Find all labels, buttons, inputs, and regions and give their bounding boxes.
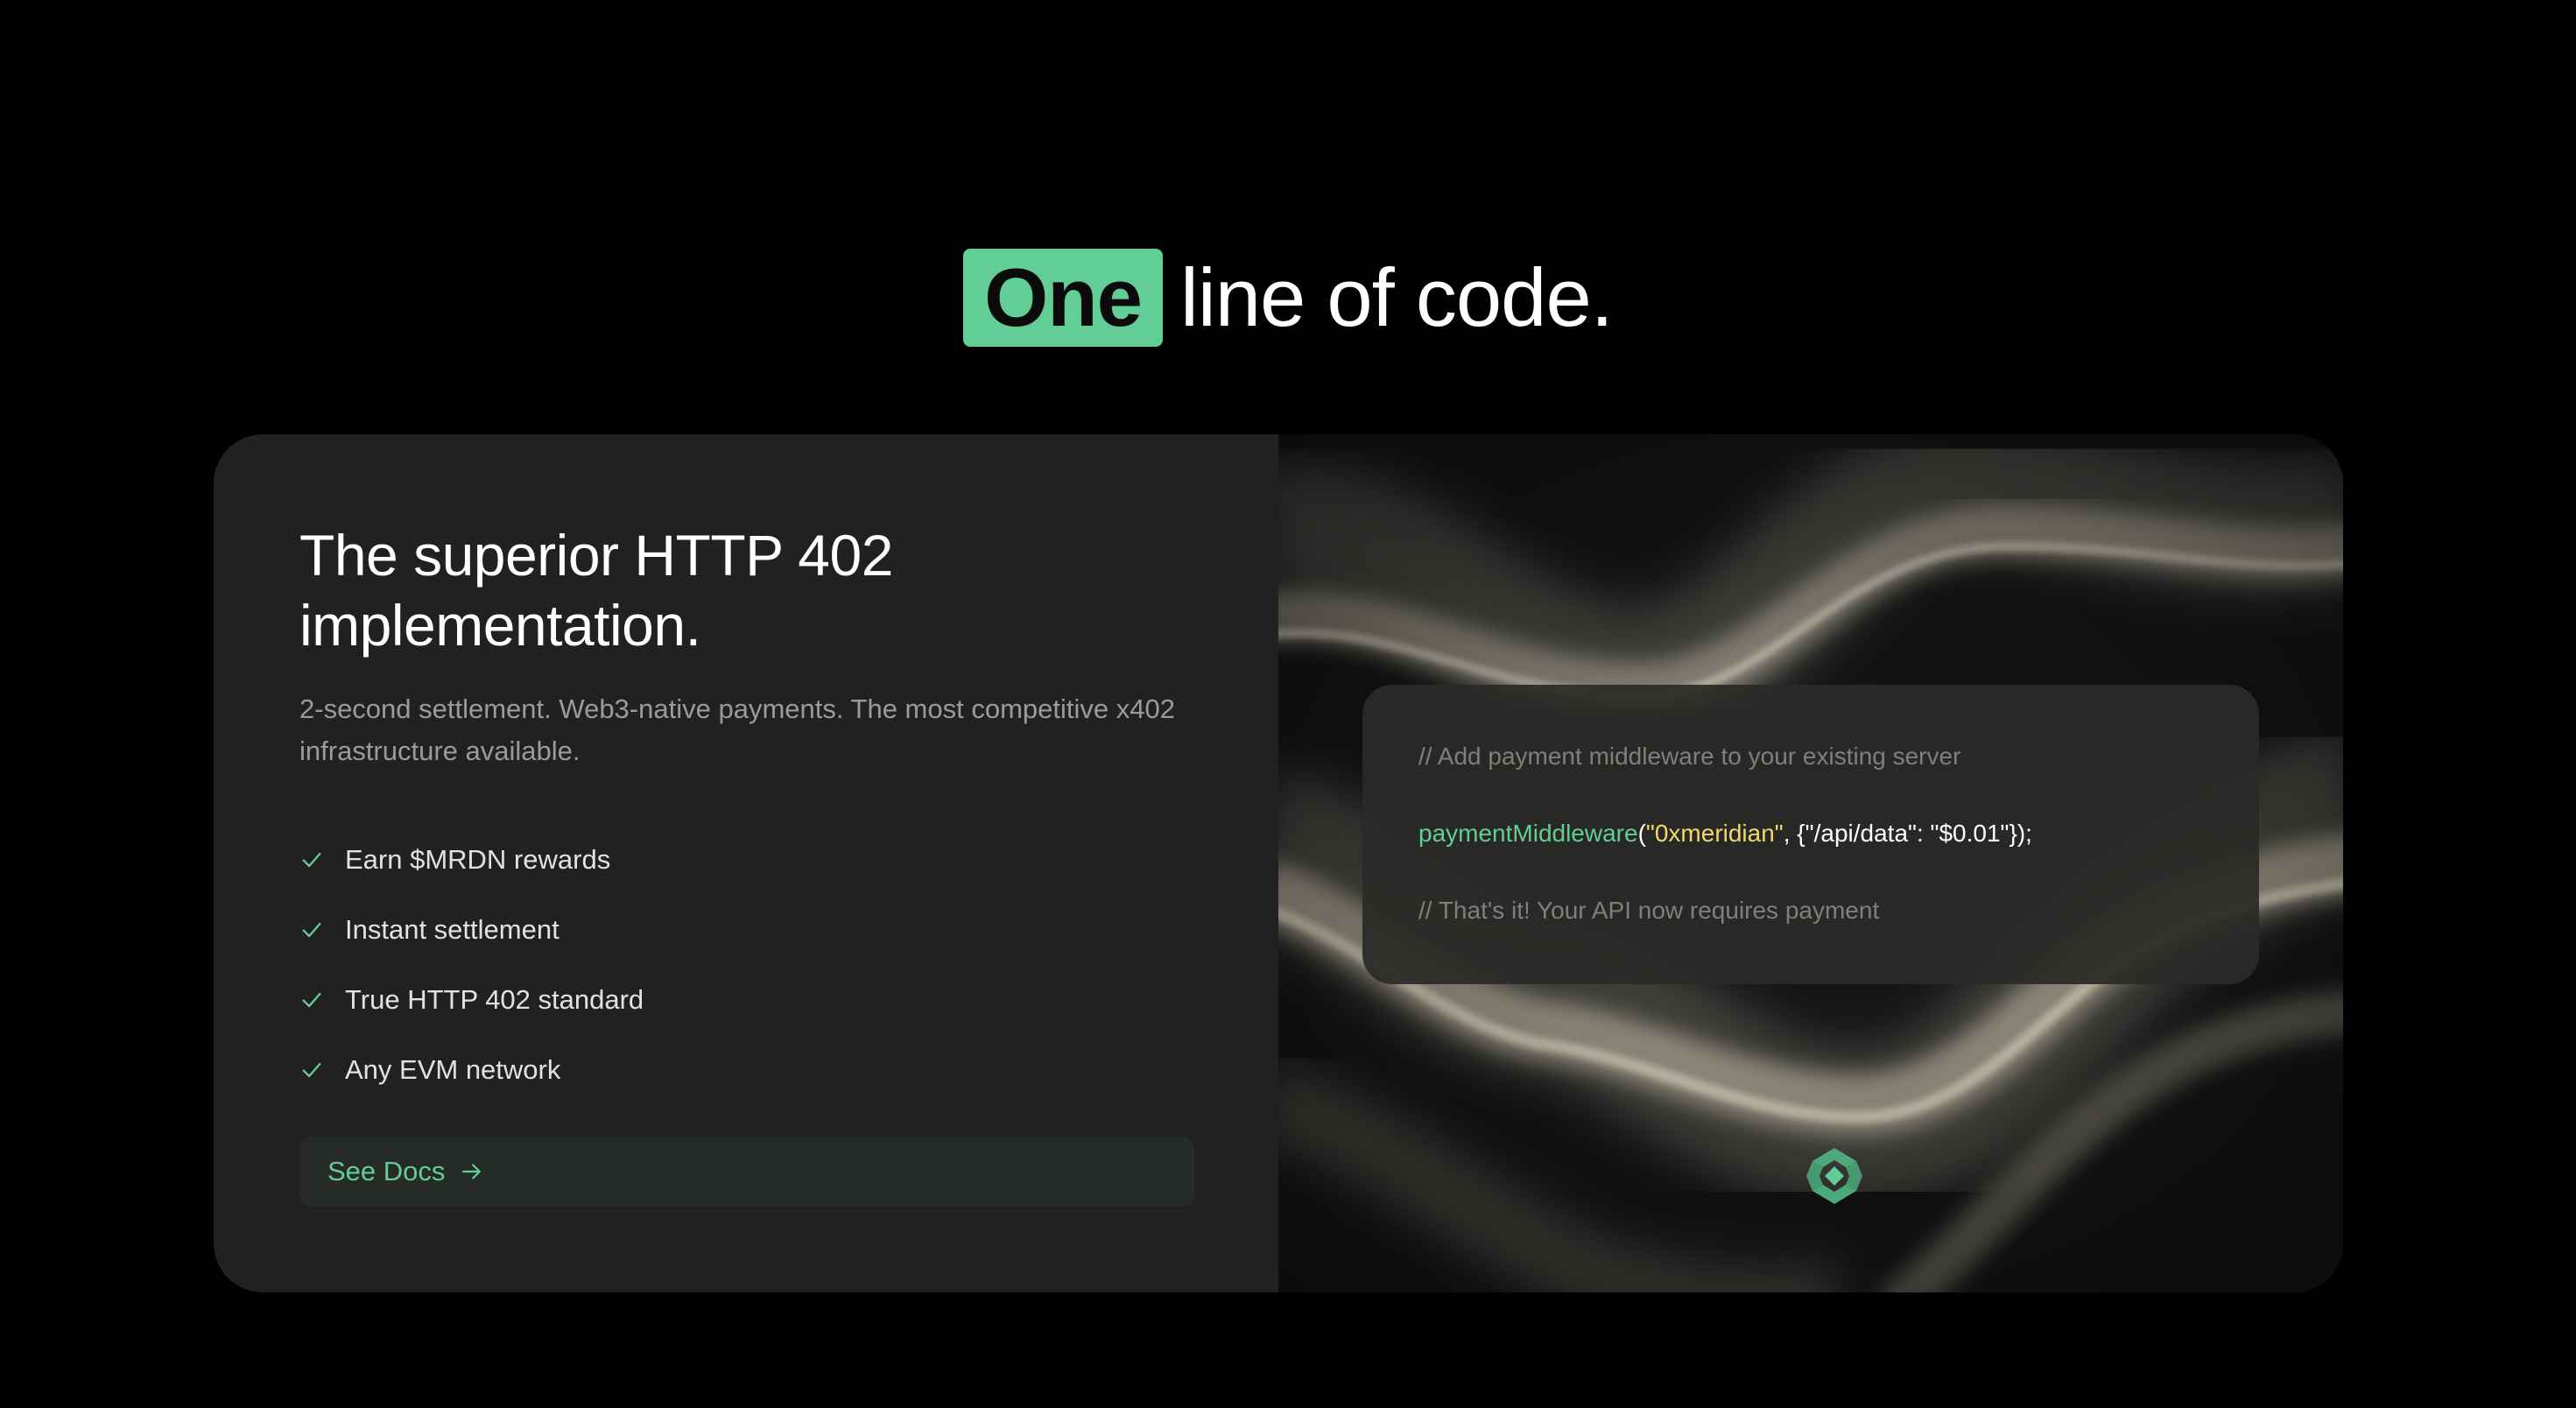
feature-label: Instant settlement	[345, 914, 560, 945]
card-subtitle: 2-second settlement. Web3-native payment…	[299, 693, 1175, 766]
check-icon	[302, 992, 321, 1008]
arrow-right-icon	[462, 1164, 482, 1179]
check-icon	[302, 1062, 321, 1078]
check-icon	[302, 922, 321, 938]
feature-item: Earn $MRDN rewards	[299, 825, 644, 895]
code-comment-bottom: // That's it! Your API now requires paym…	[1418, 897, 1880, 924]
see-docs-label: See Docs	[327, 1156, 446, 1186]
code-function-name: paymentMiddleware	[1418, 820, 1638, 847]
code-arguments: , {"/api/data": "$0.01"});	[1783, 820, 2032, 847]
code-address-string: "0xmeridian"	[1645, 820, 1784, 847]
feature-label: Any EVM network	[345, 1054, 561, 1085]
headline-text: line of code.	[1179, 251, 1614, 343]
feature-item: True HTTP 402 standard	[299, 965, 644, 1035]
section-headline: One line of code.	[0, 249, 2576, 347]
feature-label: Earn $MRDN rewards	[345, 844, 611, 875]
meridian-logo-icon	[1806, 1148, 1862, 1204]
code-open-paren: (	[1637, 820, 1646, 847]
feature-list: Earn $MRDN rewards Instant settlement Tr…	[299, 825, 644, 1105]
feature-item: Any EVM network	[299, 1035, 644, 1105]
code-line-main: paymentMiddleware("0xmeridian", {"/api/d…	[1418, 818, 2259, 849]
see-docs-button[interactable]: See Docs	[299, 1137, 1194, 1207]
feature-label: True HTTP 402 standard	[345, 984, 644, 1015]
feature-item: Instant settlement	[299, 895, 644, 965]
card-text-panel: The superior HTTP 402 implementation. 2-…	[214, 434, 1278, 1292]
feature-card: The superior HTTP 402 implementation. 2-…	[214, 434, 2343, 1292]
code-comment-top: // Add payment middleware to your existi…	[1418, 743, 1961, 770]
headline-highlight: One	[963, 249, 1163, 347]
check-icon	[302, 852, 321, 868]
card-title: The superior HTTP 402 implementation.	[299, 523, 893, 658]
code-visual-panel: // Add payment middleware to your existi…	[1278, 434, 2343, 1292]
code-snippet-panel: // Add payment middleware to your existi…	[1362, 685, 2259, 984]
